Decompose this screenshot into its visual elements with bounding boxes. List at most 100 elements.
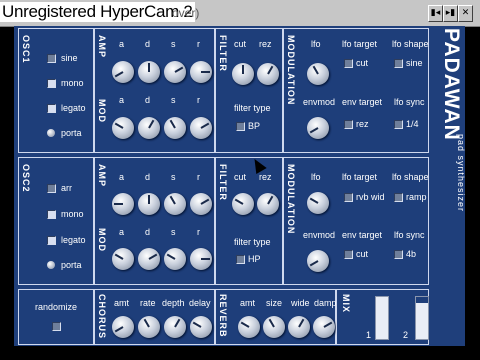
osc1-lfo-shape-toggle[interactable] [394,59,403,68]
osc1-amp-attack-knob[interactable] [112,61,134,83]
osc2-filter-panel: FILTER cut rez filter type HP [215,157,283,285]
osc2-arr-toggle[interactable] [47,184,56,193]
osc1-rez-label: rez [259,39,272,49]
osc1-mono-label: mono [61,78,84,88]
mix-slider-1[interactable] [375,296,389,340]
osc2-filter-type-toggle[interactable] [236,255,245,264]
osc1-lfo-knob[interactable] [307,63,329,85]
osc2-mod-decay-knob[interactable] [138,248,160,270]
osc2-env-target-toggle[interactable] [344,250,353,259]
osc2-legato-toggle[interactable] [47,236,56,245]
osc1-modulation-label: MODULATION [286,35,296,106]
osc2-amp-label: AMP [97,164,107,187]
mix-slider-2[interactable] [415,296,429,340]
osc1-envmod-knob[interactable] [307,117,329,139]
osc1-amp-mod-panel: AMP MOD a d s r a d s r [94,28,215,153]
osc1-amp-sustain-knob[interactable] [164,61,186,83]
osc2-mono-toggle[interactable] [47,210,56,219]
osc1-mod-decay-knob[interactable] [138,117,160,139]
osc2-rez-label: rez [259,172,272,182]
minimize-button[interactable]: ▮◂ [428,5,443,22]
osc1-sine-toggle[interactable] [47,54,56,63]
reverb-wide-label: wide [291,298,310,308]
osc1-mod-d-label: d [145,95,151,105]
osc2-resonance-knob[interactable] [257,193,279,215]
osc1-porta-knob[interactable] [47,129,55,137]
reverb-amt-label: amt [240,298,256,308]
mix-slider-2-handle[interactable] [416,297,428,303]
window-title-faded: over) [172,6,200,20]
chorus-depth-knob[interactable] [164,316,186,338]
osc1-mod-sustain-knob[interactable] [164,117,186,139]
osc2-mod-release-knob[interactable] [190,248,212,270]
osc2-lfo-target-toggle[interactable] [344,193,353,202]
mix-slider-2-label: 2 [403,330,409,340]
osc2-amp-mod-panel: AMP MOD a d s r a d s r [94,157,215,285]
randomize-button[interactable] [52,322,61,331]
osc2-amp-sustain-knob[interactable] [164,193,186,215]
osc1-mod-s-label: s [171,95,176,105]
osc1-mod-a-label: a [119,95,125,105]
osc2-lfo-shape-toggle[interactable] [394,193,403,202]
osc2-envmod-label: envmod [303,230,336,240]
mix-slider-1-label: 1 [366,330,372,340]
osc1-amp-r-label: r [197,39,200,49]
osc1-resonance-knob[interactable] [257,63,279,85]
osc2-porta-knob[interactable] [47,261,55,269]
osc1-filter-type-value: BP [248,121,261,131]
osc2-amp-decay-knob[interactable] [138,193,160,215]
osc1-panel: OSC1 sine mono legato porta [18,28,94,153]
close-button[interactable]: ✕ [458,5,473,22]
osc2-lfo-sync-toggle[interactable] [394,250,403,259]
osc1-env-target-toggle[interactable] [344,120,353,129]
osc1-envmod-label: envmod [303,97,336,107]
reverb-wide-knob[interactable] [288,316,310,338]
osc2-lfo-sync-value: 4b [406,249,417,259]
osc2-legato-label: legato [61,235,86,245]
chorus-amt-knob[interactable] [112,316,134,338]
reverb-damp-label: damp [314,298,337,308]
chorus-delay-knob[interactable] [190,316,212,338]
reverb-damp-knob[interactable] [313,316,335,338]
osc1-cutoff-knob[interactable] [232,63,254,85]
osc2-amp-d-label: d [145,172,151,182]
maximize-button[interactable]: ▸▮ [443,5,458,22]
brand-subtitle: pad synthesizer [456,134,466,213]
reverb-size-knob[interactable] [263,316,285,338]
osc2-porta-label: porta [61,260,82,270]
osc1-filter-type-toggle[interactable] [236,122,245,131]
osc2-mod-d-label: d [145,227,151,237]
mix-panel: MIX 1 2 [336,289,429,345]
osc1-amp-decay-knob[interactable] [138,61,160,83]
osc1-lfo-sync-value: 1/4 [406,119,419,129]
osc2-mod-label: MOD [97,228,107,252]
osc1-cut-label: cut [234,39,247,49]
osc2-mod-s-label: s [171,227,176,237]
osc2-filter-type-label: filter type [234,237,271,247]
chorus-rate-knob[interactable] [138,316,160,338]
plugin-window: OSC1 sine mono legato porta AMP MOD a d … [14,26,466,346]
mix-label: MIX [341,294,351,314]
osc1-amp-release-knob[interactable] [190,61,212,83]
osc1-lfo-sync-toggle[interactable] [394,120,403,129]
osc2-cutoff-knob[interactable] [232,193,254,215]
chorus-depth-label: depth [162,298,185,308]
osc2-lfo-label: lfo [311,172,321,182]
osc2-env-target-label: env target [342,230,383,240]
osc1-lfo-target-toggle[interactable] [344,59,353,68]
osc2-mod-sustain-knob[interactable] [164,248,186,270]
chorus-delay-label: delay [189,298,211,308]
osc1-mono-toggle[interactable] [47,79,56,88]
chorus-panel: CHORUS amt rate depth delay [94,289,215,345]
reverb-amt-knob[interactable] [238,316,260,338]
osc2-amp-release-knob[interactable] [190,193,212,215]
osc2-envmod-knob[interactable] [307,250,329,272]
osc2-amp-attack-knob[interactable] [112,193,134,215]
osc2-mod-attack-knob[interactable] [112,248,134,270]
osc2-lfo-knob[interactable] [307,192,329,214]
osc1-mod-release-knob[interactable] [190,117,212,139]
osc1-lfo-target-value: cut [356,58,369,68]
osc2-label: OSC2 [21,164,31,193]
osc1-legato-toggle[interactable] [47,104,56,113]
osc1-mod-attack-knob[interactable] [112,117,134,139]
